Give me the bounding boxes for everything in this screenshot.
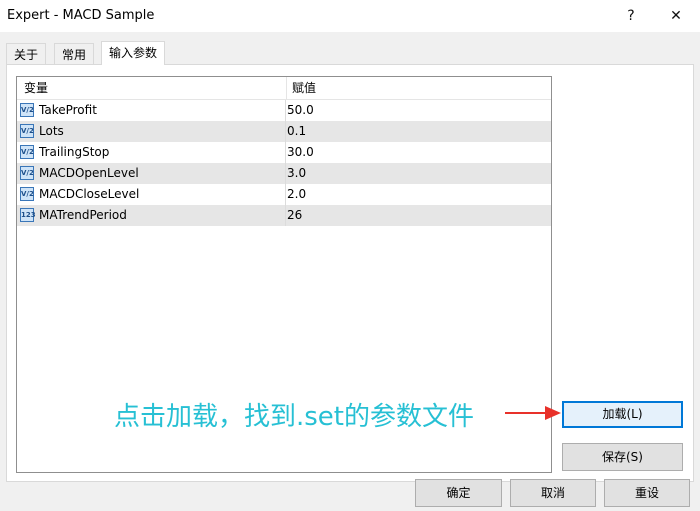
param-name: TrailingStop — [39, 142, 286, 163]
window-title: Expert - MACD Sample — [7, 8, 155, 23]
param-name: MATrendPeriod — [39, 205, 286, 226]
param-value[interactable]: 30.0 — [287, 142, 551, 163]
ok-button[interactable]: 确定 — [415, 479, 502, 507]
param-name: MACDCloseLevel — [39, 184, 286, 205]
load-button[interactable]: 加载(L) — [562, 401, 683, 428]
reset-button[interactable]: 重设 — [604, 479, 690, 507]
header-value[interactable]: 赋值 — [285, 77, 551, 99]
close-icon[interactable]: ✕ — [662, 4, 690, 28]
help-button[interactable]: ? — [617, 4, 645, 28]
integer-value-icon: 123 — [20, 208, 36, 222]
param-value[interactable]: 0.1 — [287, 121, 551, 142]
tab-common[interactable]: 常用 — [54, 43, 95, 65]
table-row[interactable]: 123 MATrendPeriod 26 — [17, 205, 551, 226]
param-name: MACDOpenLevel — [39, 163, 286, 184]
param-value[interactable]: 2.0 — [287, 184, 551, 205]
table-row[interactable]: V/2 MACDOpenLevel 3.0 — [17, 163, 551, 184]
cancel-button[interactable]: 取消 — [510, 479, 596, 507]
table-row[interactable]: V/2 Lots 0.1 — [17, 121, 551, 142]
real-value-icon: V/2 — [20, 166, 34, 180]
header-variable[interactable]: 变量 — [17, 77, 287, 99]
annotation-arrow-icon — [505, 406, 561, 420]
table-row[interactable]: V/2 TrailingStop 30.0 — [17, 142, 551, 163]
table-row[interactable]: V/2 TakeProfit 50.0 — [17, 100, 551, 121]
param-value[interactable]: 3.0 — [287, 163, 551, 184]
annotation-text: 点击加载，找到.set的参数文件 — [114, 402, 475, 432]
param-value[interactable]: 26 — [287, 205, 551, 226]
real-value-icon: V/2 — [20, 145, 34, 159]
title-bar: Expert - MACD Sample ? ✕ — [0, 0, 700, 32]
real-value-icon: V/2 — [20, 124, 34, 138]
save-button[interactable]: 保存(S) — [562, 443, 683, 471]
real-value-icon: V/2 — [20, 103, 34, 117]
table-header: 变量 赋值 — [17, 77, 551, 100]
table-row[interactable]: V/2 MACDCloseLevel 2.0 — [17, 184, 551, 205]
tab-inputs[interactable]: 输入参数 — [101, 41, 166, 65]
real-value-icon: V/2 — [20, 187, 34, 201]
tab-about[interactable]: 关于 — [6, 43, 47, 65]
param-value[interactable]: 50.0 — [287, 100, 551, 121]
param-name: Lots — [39, 121, 286, 142]
param-name: TakeProfit — [39, 100, 286, 121]
